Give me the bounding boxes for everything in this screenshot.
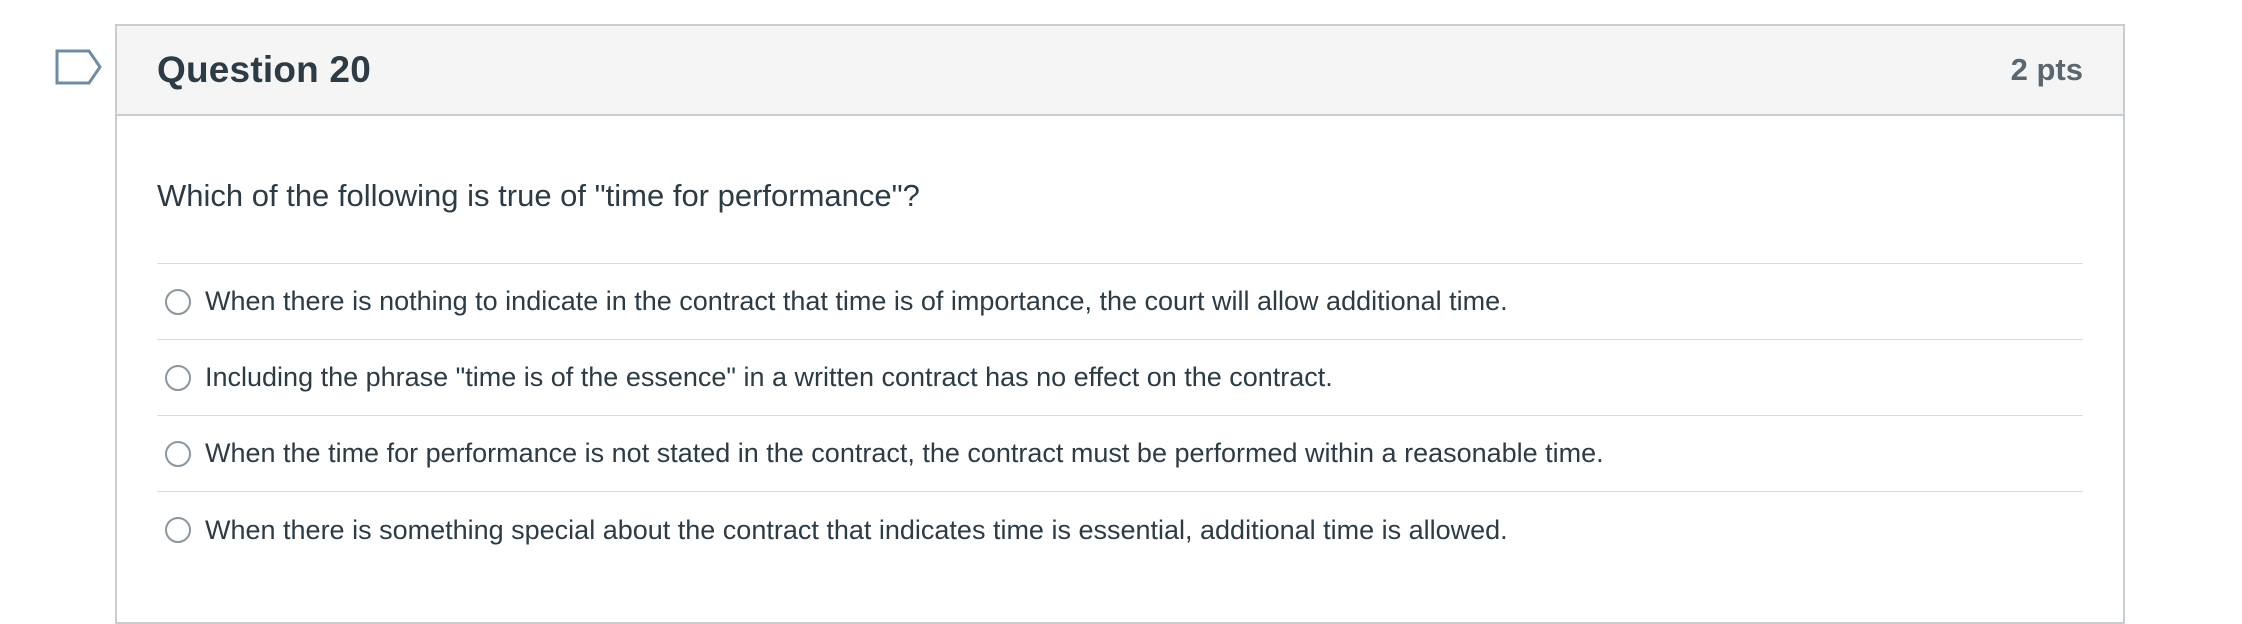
answer-label[interactable]: When the time for performance is not sta…: [205, 438, 1604, 469]
answer-label[interactable]: Including the phrase "time is of the ess…: [205, 362, 1333, 393]
question-card: Question 20 2 pts Which of the following…: [115, 24, 2125, 624]
answer-label[interactable]: When there is something special about th…: [205, 515, 1508, 546]
question-text: Which of the following is true of "time …: [157, 178, 920, 213]
flag-question-icon[interactable]: [55, 49, 103, 85]
answer-label[interactable]: When there is nothing to indicate in the…: [205, 286, 1508, 317]
question-title: Question 20: [157, 49, 371, 90]
answer-option-3[interactable]: When the time for performance is not sta…: [157, 416, 2083, 493]
answer-option-1[interactable]: When there is nothing to indicate in the…: [157, 264, 2083, 341]
radio-button-icon[interactable]: [165, 440, 191, 467]
question-body: Which of the following is true of "time …: [117, 116, 2123, 568]
radio-button-icon[interactable]: [165, 364, 191, 391]
question-header: Question 20 2 pts: [117, 26, 2123, 116]
radio-button-icon[interactable]: [165, 517, 191, 544]
radio-button-icon[interactable]: [165, 288, 191, 315]
question-points: 2 pts: [2010, 52, 2083, 87]
answer-list: When there is nothing to indicate in the…: [157, 263, 2083, 568]
answer-option-4[interactable]: When there is something special about th…: [157, 492, 2083, 568]
answer-option-2[interactable]: Including the phrase "time is of the ess…: [157, 340, 2083, 417]
